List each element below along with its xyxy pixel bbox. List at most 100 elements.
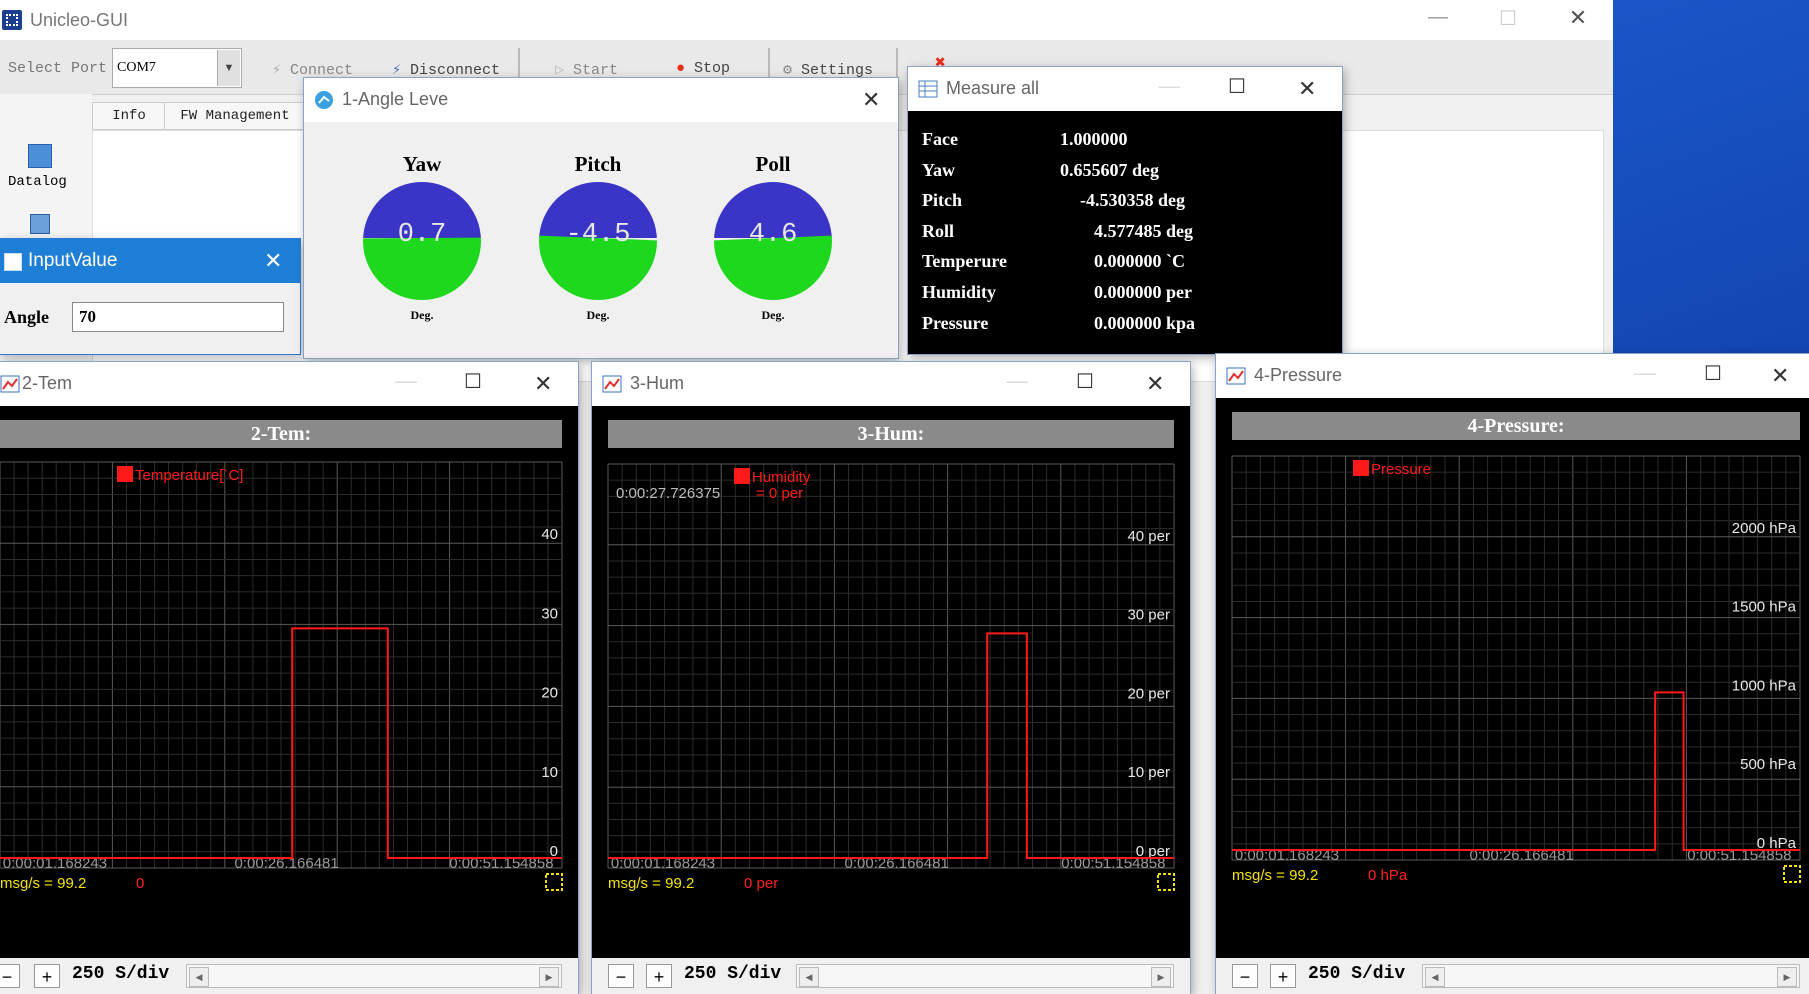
sample-div-label: 250 S/div: [684, 964, 782, 984]
stop-icon: ●: [676, 60, 686, 77]
measure-value: 0.000000 kpa: [1094, 313, 1196, 333]
sidebar-item-datalog[interactable]: Datalog: [8, 174, 67, 190]
legend-swatch: [1353, 460, 1369, 476]
humidity-plot-window: 3-Hum — ☐ ✕ 3-Hum: 40 per 30 per 20 per 10 …: [592, 362, 1190, 994]
zoom-out-button[interactable]: −: [608, 964, 634, 988]
close-icon[interactable]: ✕: [264, 248, 282, 274]
autoscale-icon: [1157, 873, 1175, 891]
minimize-icon[interactable]: —: [1634, 360, 1656, 386]
chevron-left-icon[interactable]: ◀: [799, 967, 819, 987]
chevron-right-icon[interactable]: ▶: [539, 967, 559, 987]
y-tick-label: 10 per: [1127, 764, 1170, 781]
close-icon[interactable]: ✕: [1298, 76, 1316, 102]
plot-header: 4-Pressure:: [1232, 412, 1800, 440]
temperature-plot-window: 2-Tem — ☐ ✕ 2-Tem: 40 30 20 10 0 0:00:01.1682…: [0, 362, 578, 994]
plug-icon: ⚡: [272, 62, 282, 79]
gauge-label-yaw: Yaw: [402, 152, 442, 176]
gauge-pitch: -4.5: [539, 182, 657, 300]
maximize-icon[interactable]: ☐: [1704, 361, 1722, 386]
app-icon: [2, 10, 22, 30]
gauge-value-yaw: 0.7: [397, 220, 447, 250]
plot-window-title: 2-Tem: [22, 373, 73, 393]
disconnect-button[interactable]: ⚡ Disconnect: [392, 60, 500, 79]
temperature-chart: 4030201000:00:01.168243 0:00:26.166481 0:0…: [0, 448, 578, 956]
close-icon[interactable]: ✕: [534, 371, 552, 397]
measure-value: 1.000000: [1060, 129, 1128, 149]
zoom-out-button[interactable]: −: [1232, 964, 1258, 988]
chevron-right-icon[interactable]: ▶: [1777, 967, 1797, 987]
y-tick-label: 30: [541, 605, 558, 622]
datalog-icon[interactable]: [28, 144, 52, 168]
stop-button[interactable]: ● Stop: [676, 60, 730, 77]
sample-div-label: 250 S/div: [72, 964, 170, 984]
sample-div-label: 250 S/div: [1308, 964, 1406, 984]
port-select-value: COM7: [117, 60, 156, 75]
close-icon[interactable]: ✕: [1771, 363, 1789, 389]
plot-controls: − + 250 S/div ◀ ▶: [1216, 958, 1809, 994]
angle-input[interactable]: [72, 302, 284, 332]
close-icon[interactable]: ✕: [1146, 371, 1164, 397]
table-icon[interactable]: [30, 214, 50, 234]
angle-label: Angle: [4, 307, 49, 327]
maximize-icon[interactable]: ☐: [1076, 369, 1094, 394]
y-tick-label: 20 per: [1127, 685, 1170, 702]
measure-all-title: Measure all: [946, 78, 1040, 98]
plot-title-bar: 3-Hum — ☐ ✕: [592, 362, 1190, 406]
plot-controls: − + 250 S/div ◀ ▶: [592, 958, 1190, 994]
plot-header: 3-Hum:: [608, 420, 1174, 448]
close-icon[interactable]: ✕: [862, 87, 880, 113]
y-tick-label: 500 hPa: [1740, 756, 1797, 773]
y-tick-label: 40: [541, 526, 558, 543]
cursor-time-label: 0:00:27.726375: [616, 485, 720, 502]
y-tick-label: 30 per: [1127, 607, 1170, 624]
legend-swatch: [117, 466, 133, 482]
gauge-value-roll: 4.6: [748, 220, 798, 250]
zoom-in-button[interactable]: +: [646, 964, 672, 988]
plot-scrollbar[interactable]: ◀ ▶: [186, 964, 562, 988]
zoom-out-button[interactable]: −: [0, 964, 20, 988]
measure-name: Pitch: [922, 190, 962, 210]
maximize-icon[interactable]: ☐: [464, 369, 482, 394]
msgs-rate-label: msg/s = 99.2: [0, 875, 86, 892]
gauge-label-roll: Poll: [755, 152, 791, 176]
maximize-icon[interactable]: ☐: [1488, 6, 1528, 31]
tab-info[interactable]: Info: [92, 102, 166, 130]
zoom-in-button[interactable]: +: [1270, 964, 1296, 988]
connect-button[interactable]: ⚡ Connect: [272, 60, 353, 79]
measure-all-window: Measure all — ☐ ✕ Face 1.000000 Yaw 0.65…: [908, 67, 1342, 354]
angle-level-window: 1-Angle Leve ✕ Yaw Pitch Poll 0.7 -4.5 4…: [304, 78, 898, 358]
input-value-dialog: InputValue ✕: [0, 239, 300, 354]
minimize-icon[interactable]: —: [1158, 73, 1180, 99]
minimize-icon[interactable]: —: [1418, 6, 1458, 29]
chevron-down-icon[interactable]: ▼: [217, 50, 240, 86]
gauge-unit-roll: Deg.: [761, 308, 785, 322]
gauge-unit-yaw: Deg.: [410, 308, 434, 322]
gear-icon: ⚙: [783, 62, 793, 79]
port-select[interactable]: COM7 ▼: [112, 48, 242, 88]
play-icon: ▷: [555, 62, 565, 79]
plot-scrollbar[interactable]: ◀ ▶: [796, 964, 1174, 988]
zoom-in-button[interactable]: +: [34, 964, 60, 988]
chevron-left-icon[interactable]: ◀: [189, 967, 209, 987]
maximize-icon[interactable]: ☐: [1228, 74, 1246, 99]
chevron-left-icon[interactable]: ◀: [1425, 967, 1445, 987]
minimize-icon[interactable]: —: [395, 368, 417, 394]
measure-name: Pressure: [922, 313, 989, 333]
pressure-plot-window: 4-Pressure — ☐ ✕ 4-Pressure: 2000 hPa 150…: [1216, 354, 1809, 994]
gauge-label-pitch: Pitch: [574, 152, 622, 176]
measure-name: Temperure: [922, 251, 1007, 271]
plot-header: 2-Tem:: [0, 420, 562, 448]
plot-scrollbar[interactable]: ◀ ▶: [1422, 964, 1800, 988]
chart-icon: [602, 375, 622, 393]
legend-label: Temperature[`C]: [135, 467, 243, 484]
chevron-right-icon[interactable]: ▶: [1151, 967, 1171, 987]
autoscale-icon: [1783, 865, 1801, 883]
close-icon[interactable]: ✕: [1558, 5, 1598, 31]
legend-label: Humidity: [752, 469, 811, 486]
measure-name: Humidity: [922, 282, 997, 302]
tab-fw-management[interactable]: FW Management: [164, 102, 306, 130]
angle-level-title: 1-Angle Leve: [342, 89, 449, 109]
settings-button[interactable]: ⚙ Settings: [783, 60, 873, 79]
minimize-icon[interactable]: —: [1006, 368, 1028, 394]
start-button[interactable]: ▷ Start: [555, 60, 618, 79]
